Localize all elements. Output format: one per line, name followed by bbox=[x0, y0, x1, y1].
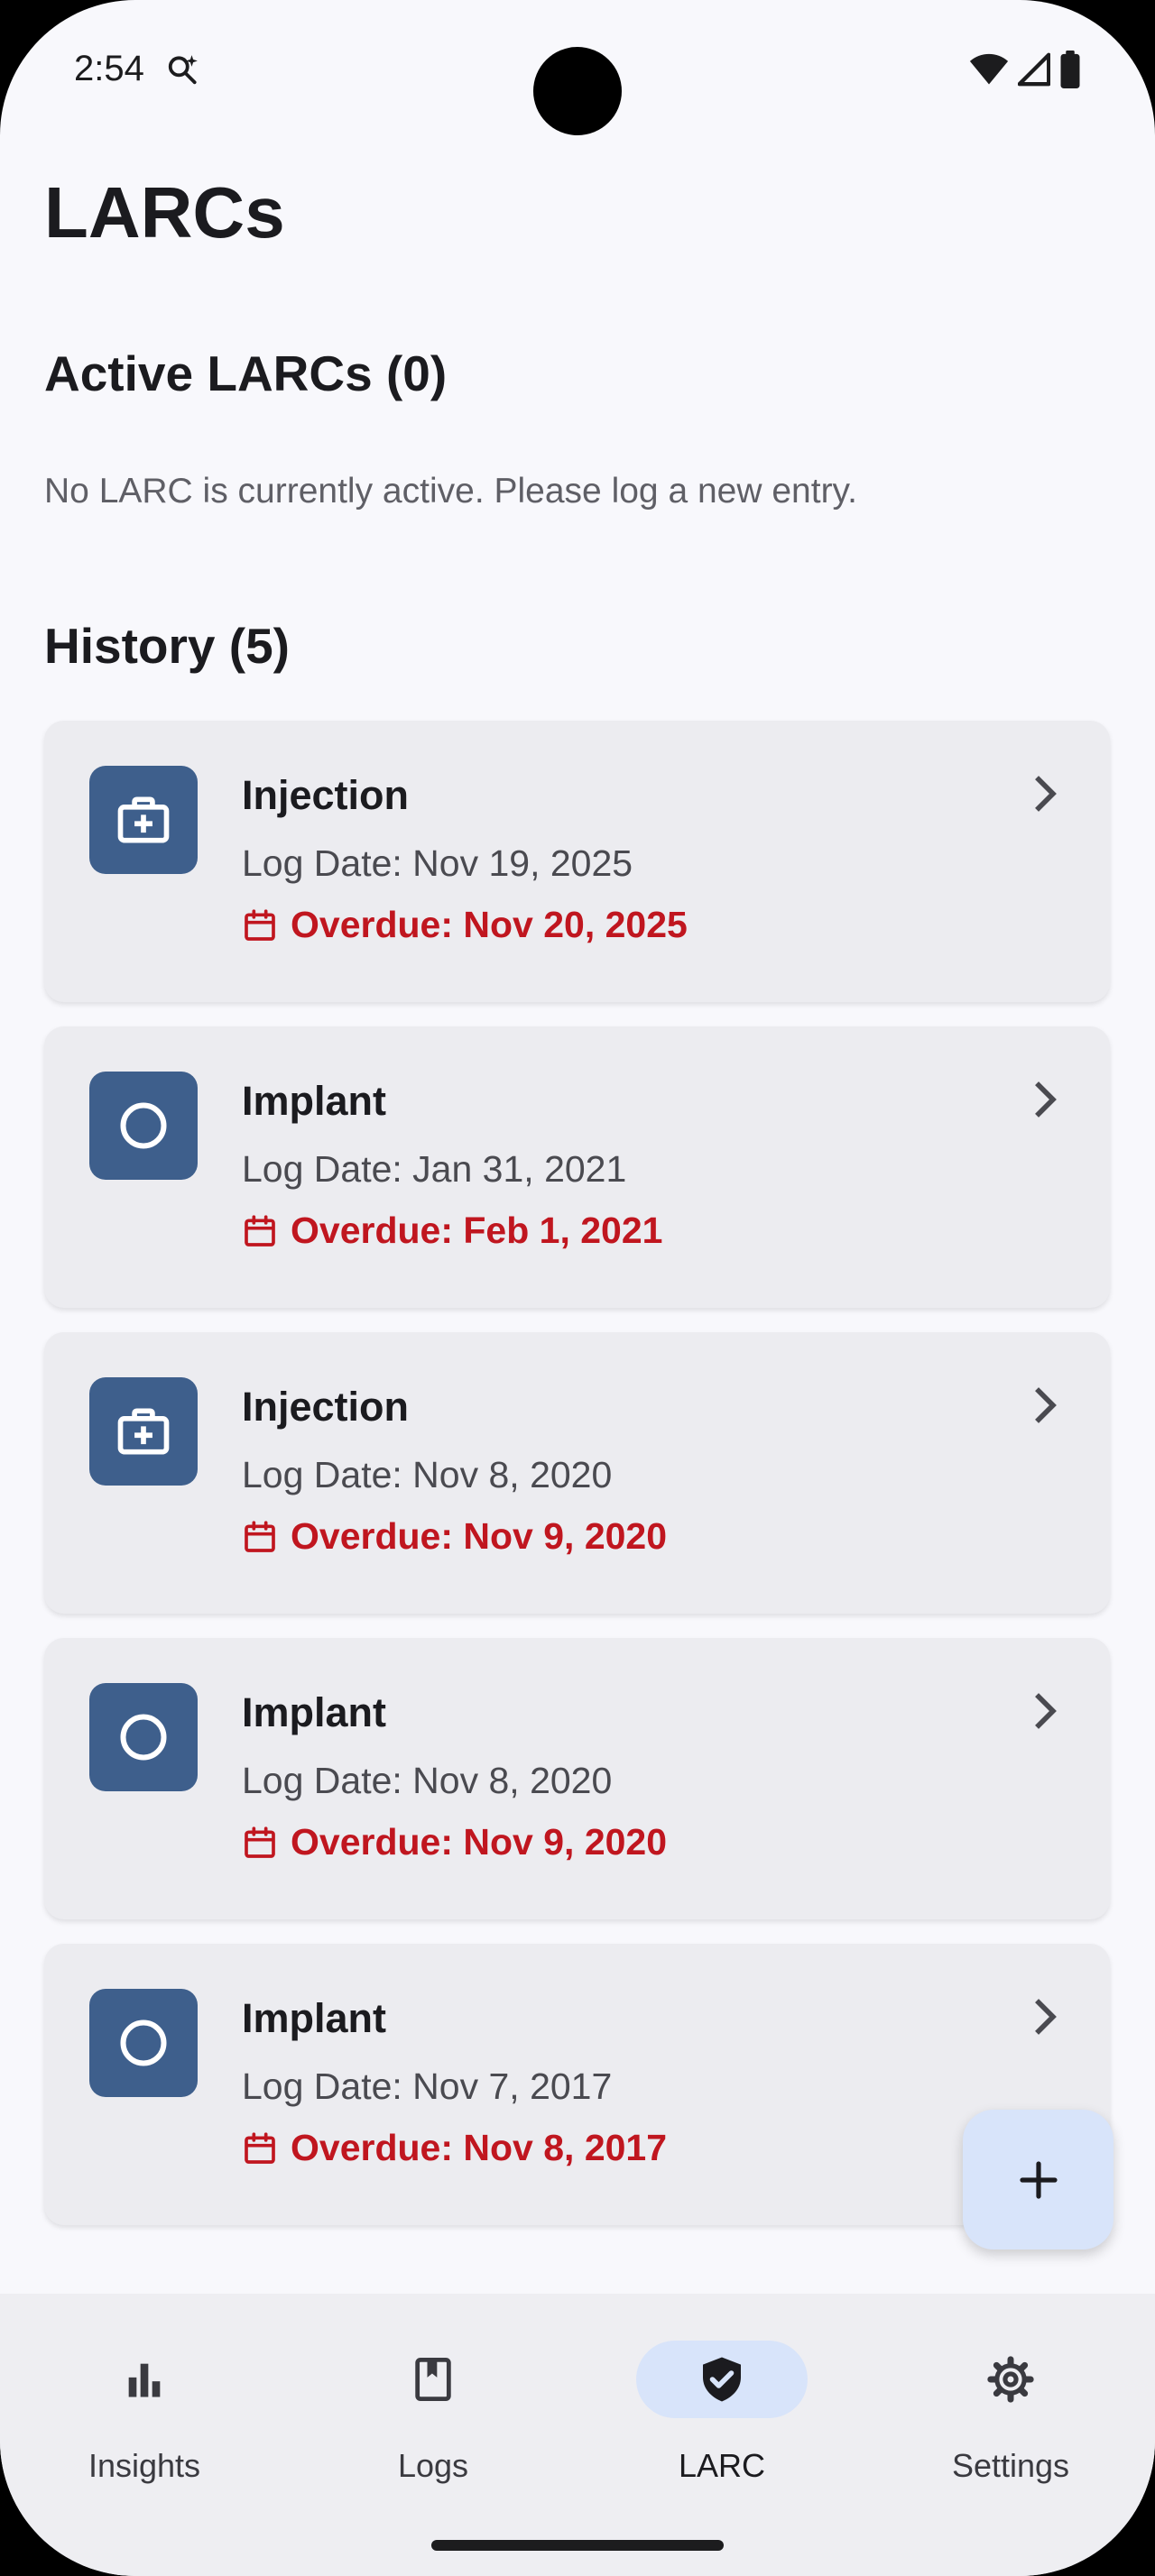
card-type: Injection bbox=[242, 1384, 410, 1430]
history-card-implant[interactable]: Implant Log Date: Nov 8, 2020 Overdue: N… bbox=[44, 1638, 1110, 1919]
card-overdue-date: Overdue: Nov 20, 2025 bbox=[291, 904, 688, 945]
nav-pill bbox=[925, 2341, 1096, 2418]
nav-item-logs[interactable]: Logs bbox=[289, 2294, 578, 2519]
nav-item-settings[interactable]: Settings bbox=[866, 2294, 1155, 2519]
card-type: Implant bbox=[242, 1995, 387, 2041]
chevron-right-icon bbox=[1035, 776, 1057, 812]
status-bar: 2:54 bbox=[0, 0, 1155, 135]
status-icons bbox=[969, 51, 1081, 88]
card-log-date: Log Date: Jan 31, 2021 bbox=[242, 1148, 627, 1190]
page-title: LARCs bbox=[44, 172, 285, 253]
wifi-icon bbox=[969, 53, 1009, 85]
calendar-icon bbox=[245, 2131, 275, 2164]
calendar-icon bbox=[245, 908, 275, 941]
card-type: Implant bbox=[242, 1689, 387, 1735]
chevron-right-icon bbox=[1035, 1081, 1057, 1118]
history-card-implant[interactable]: Implant Log Date: Jan 31, 2021 Overdue: … bbox=[44, 1026, 1110, 1308]
plus-icon bbox=[1019, 2160, 1058, 2199]
card-overdue-date: Overdue: Nov 9, 2020 bbox=[291, 1515, 668, 1557]
history-card-implant[interactable]: Implant Log Date: Nov 7, 2017 Overdue: N… bbox=[44, 1944, 1110, 2225]
nav-label: Insights bbox=[88, 2447, 201, 2484]
circle-icon bbox=[89, 1683, 198, 1791]
card-overdue-date: Overdue: Nov 8, 2017 bbox=[291, 2127, 668, 2168]
bookmark-book-icon bbox=[415, 2357, 451, 2402]
circle-icon bbox=[89, 1072, 198, 1180]
shield-check-icon bbox=[703, 2357, 741, 2402]
calendar-icon bbox=[245, 1826, 275, 1858]
nav-pill bbox=[347, 2341, 519, 2418]
card-overdue-row: Overdue: Feb 1, 2021 bbox=[242, 1210, 662, 1252]
chevron-right-icon bbox=[1035, 1693, 1057, 1729]
card-log-date: Log Date: Nov 8, 2020 bbox=[242, 1760, 613, 1801]
search-spark-icon bbox=[166, 52, 200, 91]
card-log-date: Log Date: Nov 19, 2025 bbox=[242, 842, 633, 884]
card-overdue-row: Overdue: Nov 9, 2020 bbox=[242, 1821, 667, 1863]
nav-item-insights[interactable]: Insights bbox=[0, 2294, 289, 2519]
card-log-date: Log Date: Nov 8, 2020 bbox=[242, 1454, 613, 1495]
active-larcs-heading: Active LARCs (0) bbox=[44, 345, 448, 401]
signal-icon bbox=[1018, 52, 1050, 87]
circle-icon bbox=[89, 1989, 198, 2097]
nav-label: Settings bbox=[951, 2447, 1070, 2484]
card-overdue-row: Overdue: Nov 9, 2020 bbox=[242, 1515, 667, 1558]
medical-kit-icon bbox=[89, 766, 198, 874]
nav-pill bbox=[59, 2341, 230, 2418]
battery-icon bbox=[1060, 51, 1080, 88]
card-type: Injection bbox=[242, 772, 410, 818]
medical-kit-icon bbox=[89, 1377, 198, 1486]
nav-label: Logs bbox=[397, 2447, 469, 2484]
calendar-icon bbox=[245, 1520, 275, 1552]
chevron-right-icon bbox=[1035, 1999, 1057, 2035]
chevron-right-icon bbox=[1035, 1387, 1057, 1423]
card-overdue-row: Overdue: Nov 8, 2017 bbox=[242, 2127, 667, 2169]
card-log-date: Log Date: Nov 7, 2017 bbox=[242, 2065, 613, 2107]
card-overdue-date: Overdue: Nov 9, 2020 bbox=[291, 1821, 668, 1863]
nav-label: LARC bbox=[678, 2447, 766, 2484]
app-screen: 2:54 LARCs Active LARCs (0) No LARC is c… bbox=[0, 0, 1155, 2576]
camera-cutout bbox=[533, 47, 622, 135]
gear-icon bbox=[987, 2356, 1034, 2403]
card-overdue-date: Overdue: Feb 1, 2021 bbox=[291, 1210, 663, 1251]
add-larc-button[interactable] bbox=[963, 2110, 1113, 2249]
gesture-navigation-bar[interactable] bbox=[431, 2540, 724, 2551]
nav-item-larc[interactable]: LARC bbox=[578, 2294, 866, 2519]
bar-chart-icon bbox=[128, 2363, 161, 2397]
history-card-injection[interactable]: Injection Log Date: Nov 19, 2025 Overdue… bbox=[44, 721, 1110, 1002]
history-heading: History (5) bbox=[44, 618, 290, 674]
status-time: 2:54 bbox=[74, 49, 144, 88]
empty-state-message: No LARC is currently active. Please log … bbox=[44, 472, 857, 511]
card-overdue-row: Overdue: Nov 20, 2025 bbox=[242, 904, 688, 946]
bottom-navigation: Insights Logs LARC Settings bbox=[0, 2294, 1155, 2576]
card-type: Implant bbox=[242, 1078, 387, 1124]
history-card-injection[interactable]: Injection Log Date: Nov 8, 2020 Overdue:… bbox=[44, 1332, 1110, 1614]
nav-pill-active bbox=[636, 2341, 808, 2418]
calendar-icon bbox=[245, 1214, 275, 1247]
